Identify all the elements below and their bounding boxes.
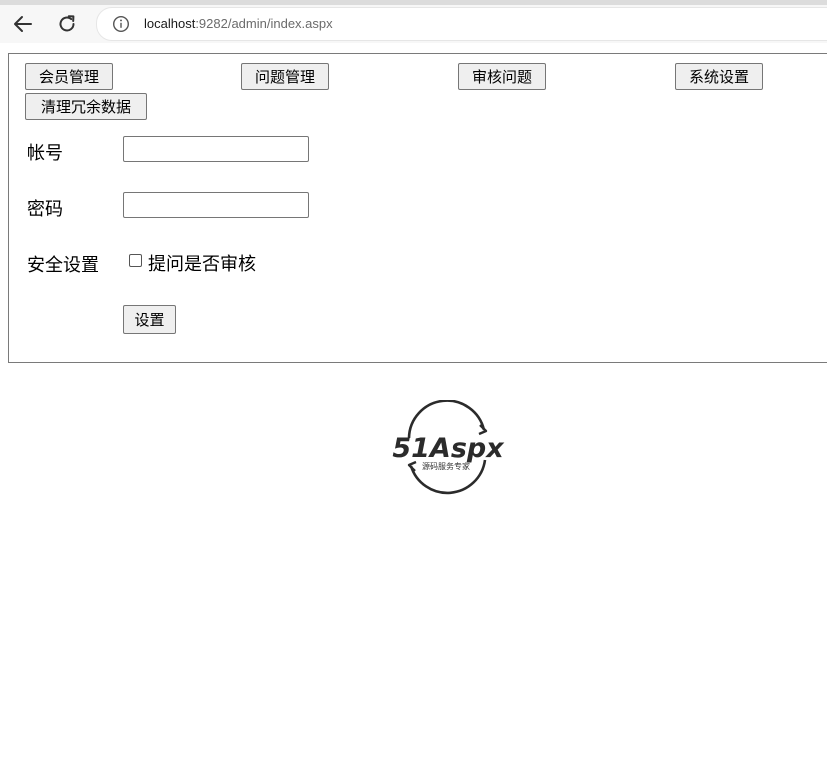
url-path: :9282/admin/index.aspx — [195, 16, 333, 31]
account-input[interactable] — [123, 136, 309, 162]
cleanup-data-button[interactable]: 清理冗余数据 — [25, 93, 147, 120]
info-icon[interactable] — [112, 15, 130, 33]
password-input[interactable] — [123, 192, 309, 218]
account-label: 帐号 — [27, 143, 63, 164]
question-management-button[interactable]: 问题管理 — [241, 63, 329, 90]
logo-brand-text: 51Aspx — [392, 433, 505, 464]
member-management-button[interactable]: 会员管理 — [25, 63, 113, 90]
review-checkbox[interactable] — [129, 254, 142, 267]
browser-toolbar: localhost:9282/admin/index.aspx — [0, 5, 827, 43]
url-host: localhost — [144, 16, 196, 31]
save-settings-button[interactable]: 设置 — [123, 305, 176, 334]
reload-icon — [59, 15, 75, 32]
admin-panel: 会员管理 问题管理 审核问题 系统设置 清理冗余数据 帐号 密码 安全设置 提问… — [8, 53, 827, 363]
review-checkbox-label[interactable]: 提问是否审核 — [148, 250, 256, 276]
back-button[interactable] — [10, 11, 36, 37]
password-label: 密码 — [27, 199, 63, 220]
review-questions-button[interactable]: 审核问题 — [458, 63, 546, 90]
logo-tagline-text: 源码服务专家 — [422, 461, 470, 471]
security-settings-label: 安全设置 — [27, 255, 99, 276]
url-text: localhost:9282/admin/index.aspx — [144, 16, 333, 31]
system-settings-button[interactable]: 系统设置 — [675, 63, 763, 90]
address-bar[interactable]: localhost:9282/admin/index.aspx — [96, 7, 827, 41]
51aspx-logo: 51Aspx 源码服务专家 — [392, 400, 505, 495]
back-arrow-icon — [14, 16, 32, 32]
reload-button[interactable] — [54, 11, 80, 37]
